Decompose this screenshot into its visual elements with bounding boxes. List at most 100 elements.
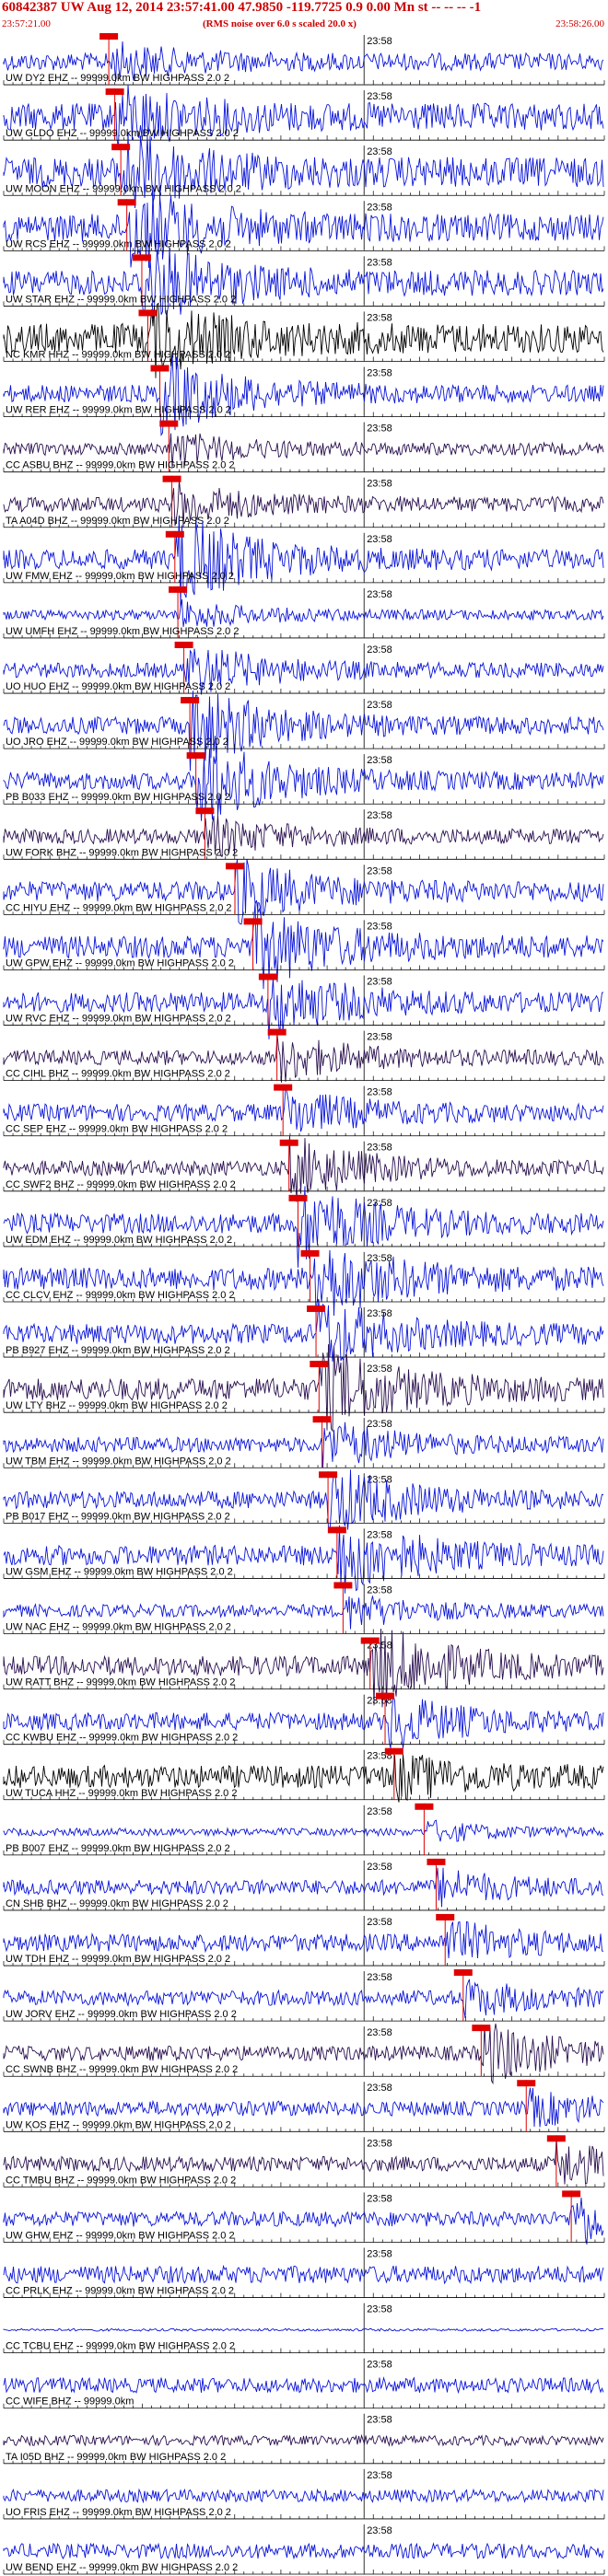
station-label: UW NAC EHZ -- 99999.0km BW HIGHPASS 2.0 … (6, 1622, 231, 1633)
trace-row: 23:58 UW MOON EHZ -- 99999.0km BW HIGHPAS… (3, 132, 605, 209)
event-title: 60842387 UW Aug 12, 2014 23:57:41.00 47.… (2, 0, 482, 15)
time-tick-label: 23:58 (367, 1917, 392, 1928)
station-label: UW FMW EHZ -- 99999.0km BW HIGHPASS 2.0 … (6, 571, 234, 582)
time-tick-label: 23:58 (367, 2415, 392, 2426)
station-label: UW FORK BHZ -- 99999.0km BW HIGHPASS 2.0… (6, 847, 238, 858)
time-tick-label: 23:58 (367, 644, 392, 656)
time-tick-label: 23:58 (367, 921, 392, 932)
station-label: UW GHW EHZ -- 99999.0km BW HIGHPASS 2.0 … (6, 2230, 235, 2241)
time-tick-label: 23:58 (367, 1308, 392, 1319)
station-label: PB B033 EHZ -- 99999.0km BW HIGHPASS 2.0… (6, 792, 230, 803)
station-label: NC KMR HHZ -- 99999.0km BW HIGHPASS 2.0 … (6, 350, 230, 361)
time-tick-label: 23:58 (367, 1474, 392, 1485)
trace-row: 23:58 CC WIFE BHZ -- 99999.0km (3, 2358, 605, 2409)
time-tick-label: 23:58 (367, 257, 392, 268)
waveform (3, 748, 604, 821)
trace-row: 23:58 CC CLCV EHZ -- 99999.0km BW HIGHPAS… (3, 1249, 605, 1317)
waveform (3, 2488, 604, 2504)
station-label: TA I05D BHZ -- 99999.0km BW HIGHPASS 2.0… (6, 2452, 226, 2463)
trace-row: 23:58 CC SEP EHZ -- 99999.0km BW HIGHPASS… (3, 1084, 605, 1137)
trace-row: 23:58 TA I05D BHZ -- 99999.0km BW HIGHPAS… (3, 2413, 605, 2465)
station-label: UW GPW EHZ -- 99999.0km BW HIGHPASS 2.0 … (6, 957, 234, 969)
waveform (3, 190, 604, 268)
time-tick-label: 23:58 (367, 534, 392, 545)
trace-row: 23:58TA A04D BHZ -- 99999.0km BW HIGHPAS… (3, 475, 605, 528)
time-tick-label: 23:58 (367, 2138, 392, 2149)
start-time: 23:57:21.00 (2, 18, 51, 29)
time-tick-label: 23:58 (367, 865, 392, 876)
trace-row: 23:58 UO HUO EHZ -- 99999.0km BW HIGHPASS… (3, 641, 605, 695)
trace-row: 23:58 CC TCBU EHZ -- 99999.0km BW HIGHPAS… (3, 2303, 605, 2354)
station-label: UW UMFH EHZ -- 99999.0km BW HIGHPASS 2.0… (6, 626, 239, 637)
time-tick-label: 23:58 (367, 2470, 392, 2481)
station-label: UW RER EHZ -- 99999.0km BW HIGHPASS 2.0 … (6, 405, 231, 416)
trace-row: 23:58CC KWBU EHZ -- 99999.0km BW HIGHPAS… (3, 1692, 605, 1749)
trace-row: 23:58 UW GHW EHZ -- 99999.0km BW HIGHPASS… (3, 2190, 605, 2245)
waveform (3, 690, 604, 772)
time-tick-label: 23:58 (367, 976, 392, 987)
time-tick-label: 23:58 (367, 36, 392, 47)
waveform (3, 515, 604, 609)
time-tick-label: 23:58 (367, 2525, 392, 2536)
station-label: CC PRLK EHZ -- 99999.0km BW HIGHPASS 2.0… (6, 2286, 234, 2297)
waveform (3, 302, 604, 378)
trace-row: 23:58 UW TBM EHZ -- 99999.0km BW HIGHPASS… (3, 1416, 605, 1468)
seismogram-header: 60842387 UW Aug 12, 2014 23:57:41.00 47.… (0, 0, 608, 31)
trace-row: 23:58 UO FRIS EHZ -- 99999.0km BW HIGHPAS… (3, 2468, 605, 2520)
station-label: UO JRO EHZ -- 99999.0km BW HIGHPASS 2.0 … (6, 737, 228, 748)
trace-row: 23:58 CC PRLK EHZ -- 99999.0km BW HIGHPAS… (3, 2247, 605, 2298)
station-label: UW RCS EHZ -- 99999.0km BW HIGHPASS 2.0 … (6, 238, 231, 249)
station-label: CC WIFE BHZ -- 99999.0km (6, 2396, 134, 2408)
station-label: CC CIHL BHZ -- 99999.0km BW HIGHPASS 2.0… (6, 1069, 230, 1080)
waveform (3, 247, 604, 319)
trace-row: 23:58 UW RVC EHZ -- 99999.0km BW HIGHPASS… (3, 973, 605, 1039)
trace-row: 23:58 UW GPW EHZ -- 99999.0km BW HIGHPASS… (3, 901, 605, 990)
time-tick-label: 23:58 (367, 2304, 392, 2315)
trace-row: 23:58 UW TDH EHZ -- 99999.0km BW HIGHPASS… (3, 1913, 605, 1967)
waveform (3, 2542, 604, 2560)
waveform (3, 598, 604, 627)
trace-row: 23:58 PB B927 EHZ -- 99999.0km BW HIGHPAS… (3, 1299, 605, 1362)
time-tick-label: 23:58 (367, 312, 392, 323)
time-tick-label: 23:58 (367, 424, 392, 435)
waveform (3, 354, 604, 436)
time-tick-label: 23:58 (367, 2027, 392, 2038)
noise-note: (RMS noise over 6.0 s scaled 20.0 x) (203, 18, 357, 29)
station-label: CC CLCV EHZ -- 99999.0km BW HIGHPASS 2.0… (6, 1290, 235, 1301)
station-label: CN SHB BHZ -- 99999.0km BW HIGHPASS 2.0 … (6, 1898, 228, 1909)
time-tick-label: 23:58 (367, 1363, 392, 1375)
time-tick-label: 23:58 (367, 755, 392, 766)
waveform (3, 2264, 604, 2285)
trace-row: 23:58 UW JORV EHZ -- 99999.0km BW HIGHPAS… (3, 1969, 605, 2022)
trace-row: 23:58 PB B017 EHZ -- 99999.0km BW HIGHPAS… (3, 1469, 605, 1532)
time-tick-label: 23:58 (367, 1198, 392, 1209)
time-tick-label: 23:58 (367, 1087, 392, 1098)
station-label: CC SWNB BHZ -- 99999.0km BW HIGHPASS 2.0… (6, 2064, 238, 2075)
waveform (3, 1469, 604, 1532)
waveform (3, 1249, 604, 1317)
station-label: CC SWF2 BHZ -- 99999.0km BW HIGHPASS 2.0… (6, 1179, 236, 1190)
waveform (3, 2327, 604, 2332)
station-label: CC TMBU BHZ -- 99999.0km BW HIGHPASS 2.0… (6, 2175, 236, 2186)
trace-row: 23:58 PB B007 EHZ -- 99999.0km BW HIGHPAS… (3, 1803, 605, 1856)
station-label: UW DY2 EHZ -- 99999.0km BW HIGHPASS 2.0 … (6, 73, 229, 84)
station-label: UW TUCA HHZ -- 99999.0km BW HIGHPASS 2.0… (6, 1788, 237, 1799)
time-tick-label: 23:58 (367, 2248, 392, 2259)
station-label: UW GLDO EHZ -- 99999.0km BW HIGHPASS 2.0… (6, 128, 239, 139)
trace-row: 23:58 UW GLDO EHZ -- 99999.0km BW HIGHPAS… (3, 84, 605, 148)
trace-row: 23:58 UW STAR EHZ -- 99999.0km BW HIGHPAS… (3, 247, 605, 319)
time-tick-label: 23:58 (367, 1032, 392, 1043)
end-time: 23:58:26.00 (555, 18, 604, 29)
waveform (3, 1628, 604, 1708)
time-tick-label: 23:58 (367, 146, 392, 157)
station-label: UO HUO EHZ -- 99999.0km BW HIGHPASS 2.0 … (6, 681, 230, 692)
time-tick-label: 23:58 (367, 368, 392, 379)
station-label: UW TDH EHZ -- 99999.0km BW HIGHPASS 2.0 … (6, 1954, 230, 1965)
station-label: CC KWBU EHZ -- 99999.0km BW HIGHPASS 2.0… (6, 1733, 238, 1744)
station-label: UW BEND EHZ -- 99999.0km BW HIGHPASS 2.0… (6, 2562, 238, 2573)
time-tick-label: 23:58 (367, 2193, 392, 2204)
station-label: UW EDM EHZ -- 99999.0km BW HIGHPASS 2.0 … (6, 1235, 232, 1246)
trace-row: 23:58 CC ASBU BHZ -- 99999.0km BW HIGHPAS… (3, 420, 605, 473)
time-tick-label: 23:58 (367, 1806, 392, 1817)
station-label: UW TBM EHZ -- 99999.0km BW HIGHPASS 2.0 … (6, 1456, 231, 1467)
